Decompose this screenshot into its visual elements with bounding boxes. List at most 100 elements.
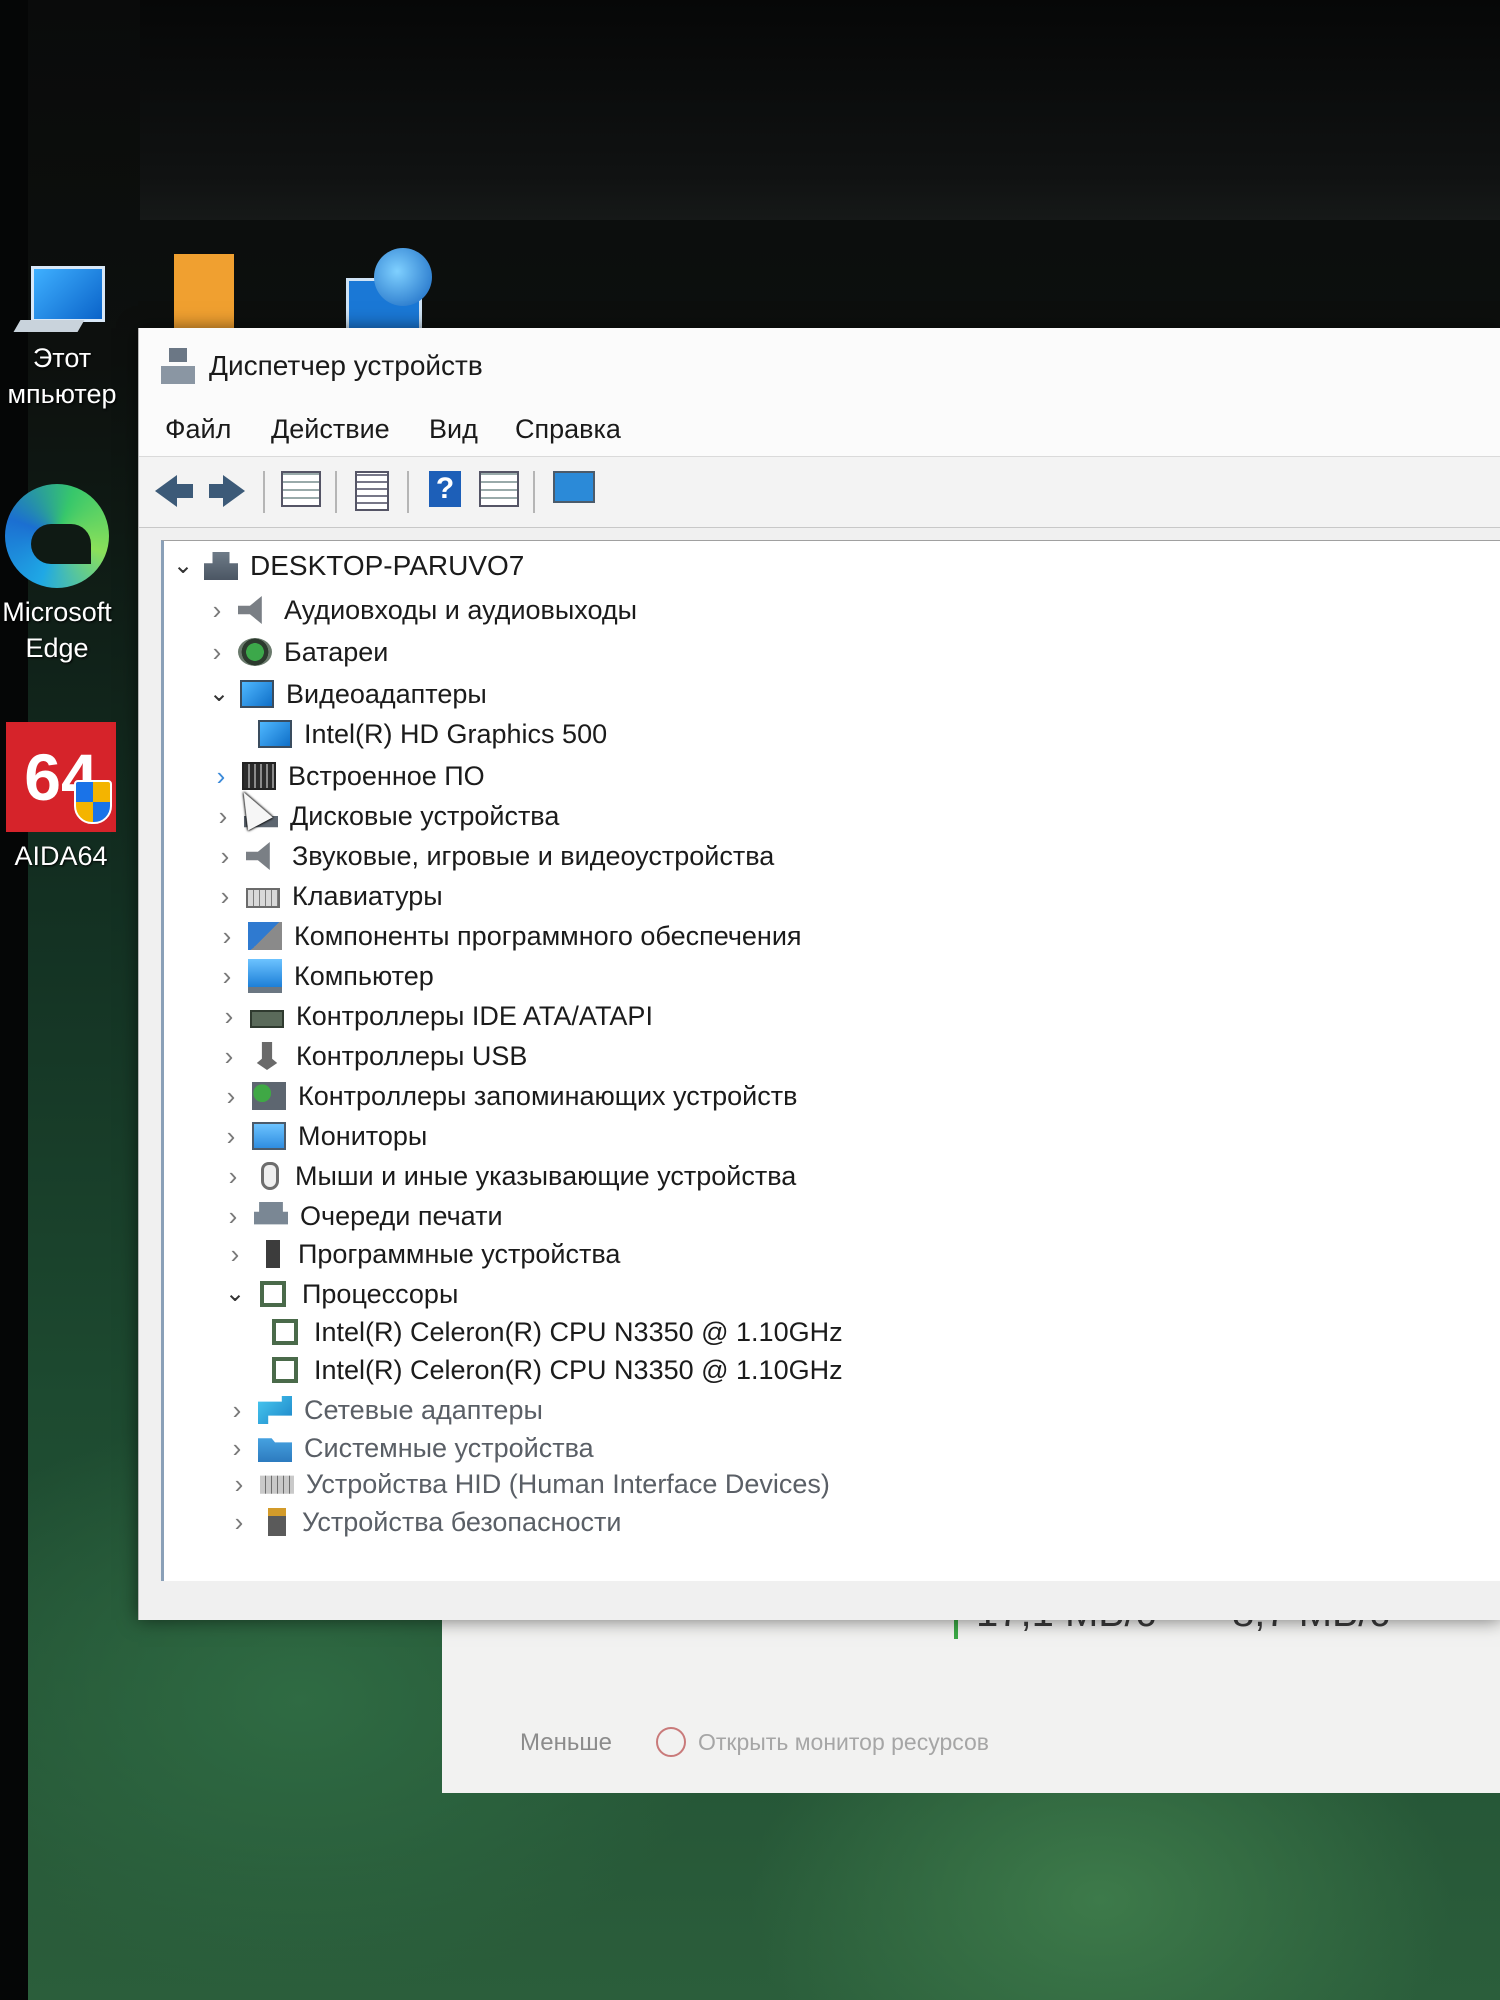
tree-item-label: Очереди печати <box>300 1200 503 1231</box>
tree-item-label: Программные устройства <box>298 1238 621 1269</box>
collapse-chevron-icon[interactable]: ⌄ <box>222 1281 248 1307</box>
tree-item-cpu-2[interactable]: Intel(R) Celeron(R) CPU N3350 @ 1.10GHz <box>260 1351 843 1389</box>
expand-chevron-icon[interactable]: › <box>226 1471 252 1497</box>
desktop-icon-edge[interactable]: Microsoft Edge <box>0 484 114 666</box>
expand-chevron-icon[interactable]: › <box>216 1043 242 1069</box>
expand-chevron-icon[interactable]: › <box>222 1241 248 1267</box>
tree-item-monitors[interactable]: › Мониторы <box>218 1117 428 1155</box>
expand-chevron-icon[interactable]: › <box>224 1397 250 1423</box>
tree-item-label: Контроллеры USB <box>296 1040 528 1071</box>
open-resource-monitor-link[interactable]: Открыть монитор ресурсов <box>698 1729 989 1756</box>
aida64-label: AIDA64 <box>14 841 108 871</box>
edge-icon <box>5 484 109 588</box>
tree-item-label: Мыши и иные указывающие устройства <box>295 1160 797 1191</box>
tree-item-label: Компьютер <box>294 960 434 991</box>
shield-icon <box>74 780 112 824</box>
menu-view[interactable]: Вид <box>429 414 478 445</box>
expand-chevron-icon[interactable]: › <box>216 1003 242 1029</box>
tree-item-cpu-1[interactable]: Intel(R) Celeron(R) CPU N3350 @ 1.10GHz <box>260 1313 843 1351</box>
tree-item-batteries[interactable]: › Батареи <box>204 633 389 671</box>
network-icon <box>258 1396 292 1424</box>
fewer-details-link[interactable]: Меньше <box>520 1729 612 1757</box>
computer-node-icon <box>204 552 238 580</box>
tree-item-label: Устройства HID (Human Interface Devices) <box>306 1468 830 1499</box>
expand-chevron-icon[interactable]: › <box>226 1509 252 1535</box>
expand-chevron-icon[interactable]: › <box>214 923 240 949</box>
expand-chevron-icon[interactable]: › <box>220 1203 246 1229</box>
user-folder-icon[interactable] <box>174 254 234 332</box>
computer-icon <box>248 959 282 993</box>
tree-item-security-devices[interactable]: › Устройства безопасности <box>226 1503 622 1541</box>
expand-chevron-icon[interactable]: › <box>212 883 238 909</box>
expand-chevron-icon[interactable]: › <box>212 843 238 869</box>
expand-chevron-icon[interactable]: › <box>218 1123 244 1149</box>
tree-item-hid[interactable]: › Устройства HID (Human Interface Device… <box>226 1465 830 1503</box>
keyboard-icon <box>246 888 280 908</box>
tree-item-network-adapters[interactable]: › Сетевые адаптеры <box>224 1391 543 1429</box>
tree-item-label: Батареи <box>284 636 389 667</box>
view-grid-icon[interactable] <box>479 471 519 511</box>
tree-item-software-components[interactable]: › Компоненты программного обеспечения <box>214 917 802 955</box>
desktop-icon-aida64[interactable]: 64 AIDA64 <box>2 722 120 874</box>
expand-chevron-icon[interactable]: › <box>220 1163 246 1189</box>
monitor-icon <box>252 1122 286 1150</box>
device-tree: ⌄ DESKTOP-PARUVO7 › Аудиовходы и аудиовы… <box>161 540 1500 1581</box>
menu-action[interactable]: Действие <box>271 414 390 445</box>
desktop-icon-this-pc[interactable]: Этот мпьютер <box>0 262 124 412</box>
printer-icon <box>254 1202 288 1225</box>
help-icon[interactable]: ? <box>429 471 469 511</box>
tree-item-intel-hd-graphics[interactable]: Intel(R) HD Graphics 500 <box>250 715 607 753</box>
tree-item-label: Системные устройства <box>304 1432 594 1463</box>
window-title: Диспетчер устройств <box>209 350 483 381</box>
tree-item-system-devices[interactable]: › Системные устройства <box>224 1429 594 1467</box>
title-bar[interactable]: Диспетчер устройств <box>139 328 1500 408</box>
tree-item-sound-video[interactable]: › Звуковые, игровые и видеоустройства <box>212 837 775 875</box>
network-globe-icon[interactable] <box>346 248 442 334</box>
display-adapter-icon <box>240 680 274 708</box>
tree-item-processors[interactable]: ⌄ Процессоры <box>222 1275 458 1313</box>
tree-item-usb-controllers[interactable]: › Контроллеры USB <box>216 1037 528 1075</box>
tree-item-label: Сетевые адаптеры <box>304 1394 543 1425</box>
tree-item-computer[interactable]: › Компьютер <box>214 957 434 995</box>
security-device-icon <box>268 1508 286 1536</box>
expand-chevron-icon[interactable]: › <box>204 639 230 665</box>
tree-item-label: Компоненты программного обеспечения <box>294 920 802 951</box>
monitor-scan-icon[interactable] <box>553 471 595 511</box>
aida64-icon: 64 <box>6 722 116 832</box>
tree-item-storage-controllers[interactable]: › Контроллеры запоминающих устройств <box>218 1077 798 1115</box>
tree-item-ide-controllers[interactable]: › Контроллеры IDE ATA/ATAPI <box>216 997 653 1035</box>
expand-chevron-icon[interactable]: › <box>224 1435 250 1461</box>
cpu-icon <box>260 1281 286 1307</box>
tree-item-label: Звуковые, игровые и видеоустройства <box>292 840 775 871</box>
audio-icon <box>238 596 262 624</box>
expand-chevron-icon[interactable]: › <box>218 1083 244 1109</box>
tree-item-keyboards[interactable]: › Клавиатуры <box>212 877 443 915</box>
menu-file[interactable]: Файл <box>165 414 231 445</box>
tree-item-print-queues[interactable]: › Очереди печати <box>220 1197 503 1235</box>
expand-chevron-icon[interactable]: › <box>204 597 230 623</box>
back-arrow-icon[interactable] <box>153 471 193 511</box>
expand-chevron-icon[interactable]: › <box>214 963 240 989</box>
edge-label-1: Microsoft <box>2 597 112 627</box>
tree-item-mice[interactable]: › Мыши и иные указывающие устройства <box>220 1157 797 1195</box>
forward-arrow-icon[interactable] <box>209 471 249 511</box>
properties-grid-icon[interactable] <box>281 471 321 511</box>
tree-item-software-devices[interactable]: › Программные устройства <box>222 1235 621 1273</box>
expand-chevron-icon[interactable]: › <box>210 803 236 829</box>
tree-item-label: Контроллеры запоминающих устройств <box>298 1080 798 1111</box>
tree-item-display-adapters[interactable]: ⌄ Видеоадаптеры <box>206 675 487 713</box>
driver-doc-icon[interactable] <box>355 471 395 511</box>
usb-icon <box>256 1042 278 1070</box>
this-pc-label-1: Этот <box>32 343 92 373</box>
display-adapter-icon <box>258 720 292 748</box>
system-device-icon <box>258 1438 292 1462</box>
menu-help[interactable]: Справка <box>515 414 621 445</box>
battery-icon <box>238 638 272 666</box>
tree-item-label: Клавиатуры <box>292 880 443 911</box>
tree-item-audio-io[interactable]: › Аудиовходы и аудиовыходы <box>204 591 637 629</box>
expand-chevron-icon[interactable]: › <box>208 763 234 789</box>
collapse-chevron-icon[interactable]: ⌄ <box>170 553 196 579</box>
software-device-icon <box>266 1240 280 1268</box>
collapse-chevron-icon[interactable]: ⌄ <box>206 681 232 707</box>
tree-root[interactable]: ⌄ DESKTOP-PARUVO7 <box>170 547 524 585</box>
